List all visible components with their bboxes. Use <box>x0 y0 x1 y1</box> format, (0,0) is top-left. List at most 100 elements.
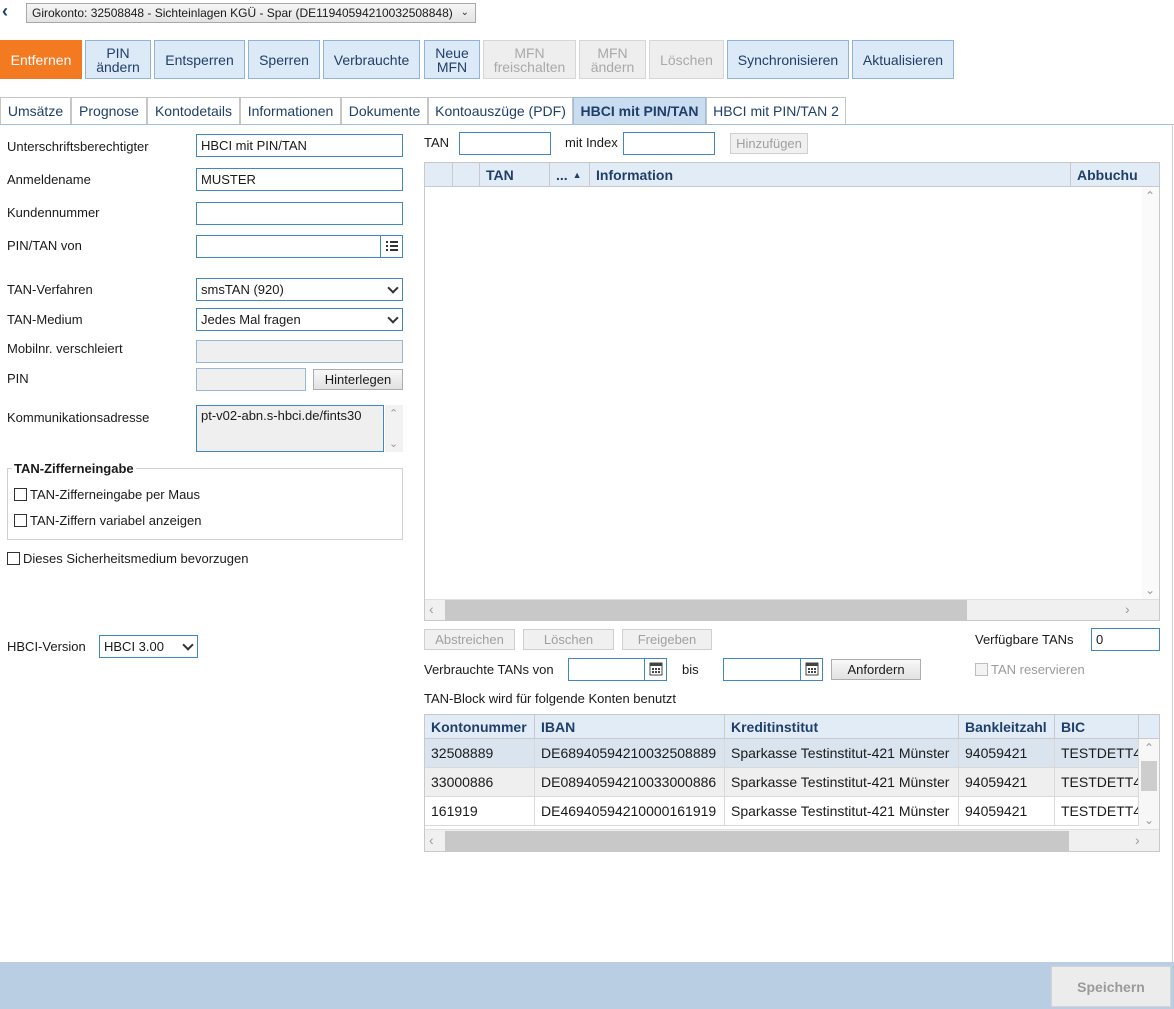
hbci-version-select[interactable]: HBCI 3.00 <box>99 635 198 658</box>
synchronisieren-button[interactable]: Synchronisieren <box>727 40 849 79</box>
account-selector[interactable]: Girokonto: 32508848 - Sichteinlagen KGÜ … <box>26 3 476 23</box>
tab-kontodetails[interactable]: Kontodetails <box>147 97 240 124</box>
mit-index-label: mit Index <box>565 135 618 150</box>
back-icon[interactable]: ‹ <box>2 2 18 22</box>
pintan-von-field[interactable] <box>196 235 403 258</box>
scroll-down-icon[interactable]: ⌄ <box>1144 813 1154 827</box>
konten-cell-blz: 94059421 <box>959 739 1055 767</box>
kommunikation-scrollbar[interactable]: ⌃ ⌄ <box>385 405 403 452</box>
tan-grid: TAN ... ▲ Information Abbuchu ⌃ ⌄ ‹ › <box>424 162 1160 621</box>
tab-dokumente[interactable]: Dokumente <box>341 97 428 124</box>
scroll-down-icon[interactable]: ⌄ <box>1145 583 1155 597</box>
konten-vscroll[interactable]: ⌃ ⌄ <box>1139 739 1159 829</box>
konten-cell-iban: DE08940594210033000886 <box>535 768 725 796</box>
scroll-up-icon[interactable]: ⌃ <box>1144 741 1154 755</box>
tan-ziffern-group <box>7 468 403 540</box>
scroll-left-icon[interactable]: ‹ <box>429 832 434 848</box>
anmeldename-label: Anmeldename <box>7 172 91 187</box>
tan-grid-col-more[interactable]: ... ▲ <box>550 163 590 187</box>
tan-verfahren-select[interactable]: smsTAN (920) <box>196 278 403 301</box>
tan-ziffern-title: TAN-Zifferneingabe <box>12 461 136 476</box>
mfn-aendern-button[interactable]: MFN ändern <box>579 40 646 79</box>
tab-hbci-pin-tan[interactable]: HBCI mit PIN/TAN <box>573 97 706 124</box>
konten-cell-bic: TESTDETT421 <box>1055 797 1139 825</box>
table-row[interactable]: 161919 DE46940594210000161919 Sparkasse … <box>425 797 1139 826</box>
verbrauchte-button[interactable]: Verbrauchte <box>323 40 420 79</box>
konten-col-bic[interactable]: BIC <box>1055 715 1139 739</box>
table-row[interactable]: 32508889 DE68940594210032508889 Sparkass… <box>425 739 1139 768</box>
speichern-button[interactable]: Speichern <box>1051 966 1171 1007</box>
list-icon[interactable] <box>380 236 402 257</box>
anfordern-button[interactable]: Anfordern <box>831 659 921 680</box>
ziffern-maus-checkbox[interactable] <box>14 488 27 501</box>
tan-medium-select[interactable]: Jedes Mal fragen <box>196 308 403 331</box>
tan-grid-hscroll[interactable]: ‹ › <box>425 599 1159 620</box>
tan-loeschen-button[interactable]: Löschen <box>523 629 614 650</box>
scroll-right-icon[interactable]: › <box>1125 601 1130 617</box>
tab-prognose[interactable]: Prognose <box>71 97 147 124</box>
freigeben-button[interactable]: Freigeben <box>622 629 712 650</box>
verbrauchte-von-date[interactable] <box>568 658 667 681</box>
entfernen-button[interactable]: Entfernen <box>0 40 82 79</box>
tab-umsaetze[interactable]: Umsätze <box>0 97 71 124</box>
table-row[interactable]: 33000886 DE08940594210033000886 Sparkass… <box>425 768 1139 797</box>
scroll-down-icon[interactable]: ⌄ <box>389 437 398 450</box>
chevron-down-icon: ⌄ <box>460 7 469 18</box>
pin-aendern-button[interactable]: PIN ändern <box>85 40 151 79</box>
scroll-up-icon[interactable]: ⌃ <box>389 407 398 420</box>
scroll-left-icon[interactable]: ‹ <box>429 601 434 617</box>
konten-col-blz[interactable]: Bankleitzahl <box>959 715 1055 739</box>
pintan-von-label: PIN/TAN von <box>7 238 82 253</box>
bevorzugen-label: Dieses Sicherheitsmedium bevorzugen <box>23 551 249 566</box>
anmeldename-field[interactable]: MUSTER <box>196 168 403 191</box>
tan-reservieren-checkbox[interactable] <box>975 663 988 676</box>
tan-grid-col-icon[interactable] <box>453 163 480 187</box>
sperren-button[interactable]: Sperren <box>248 40 320 79</box>
tan-grid-hscroll-thumb[interactable] <box>445 600 967 620</box>
hinterlegen-button[interactable]: Hinterlegen <box>313 369 403 390</box>
abstreichen-button[interactable]: Abstreichen <box>424 629 515 650</box>
pin-label: PIN <box>7 371 29 386</box>
kommunikation-label: Kommunikationsadresse <box>7 410 150 425</box>
konten-hscroll-thumb[interactable] <box>445 831 1069 851</box>
neue-mfn-button[interactable]: Neue MFN <box>424 40 480 79</box>
scroll-right-icon[interactable]: › <box>1135 832 1140 848</box>
tan-grid-col-select[interactable] <box>425 163 453 187</box>
tan-grid-col-information[interactable]: Information <box>590 163 1071 187</box>
kommunikation-field[interactable]: pt-v02-abn.s-hbci.de/fints30 <box>196 405 384 452</box>
tab-hbci-pin-tan-2[interactable]: HBCI mit PIN/TAN 2 <box>706 97 846 124</box>
konten-col-kreditinstitut[interactable]: Kreditinstitut <box>725 715 959 739</box>
tan-grid-vscroll[interactable]: ⌃ ⌄ <box>1142 187 1159 599</box>
mfn-freischalten-button[interactable]: MFN freischalten <box>483 40 576 79</box>
ziffern-maus-label: TAN-Zifferneingabe per Maus <box>30 487 201 502</box>
loeschen-button[interactable]: Löschen <box>649 40 724 79</box>
hinzufuegen-button[interactable]: Hinzufügen <box>730 133 808 154</box>
scroll-up-icon[interactable]: ⌃ <box>1145 189 1155 203</box>
mobil-label: Mobilnr. verschleiert <box>7 341 123 356</box>
tan-grid-col-tan[interactable]: TAN <box>480 163 550 187</box>
sort-asc-icon: ▲ <box>572 170 582 180</box>
tab-informationen[interactable]: Informationen <box>240 97 341 124</box>
calendar-icon[interactable] <box>644 659 666 680</box>
mobil-field <box>196 340 403 363</box>
calendar-icon[interactable] <box>800 659 822 680</box>
tan-reservieren-label: TAN reservieren <box>991 662 1085 677</box>
ziffern-variabel-checkbox[interactable] <box>14 514 27 527</box>
konten-hscroll[interactable]: ‹ › <box>425 829 1159 851</box>
tan-input[interactable] <box>459 132 551 155</box>
chevron-down-icon <box>182 639 194 651</box>
mit-index-input[interactable] <box>623 132 715 155</box>
pin-field[interactable] <box>196 368 306 391</box>
bis-label: bis <box>682 662 699 677</box>
unterschrift-field[interactable]: HBCI mit PIN/TAN <box>196 134 403 157</box>
tan-grid-col-abbuchung[interactable]: Abbuchu <box>1071 163 1159 187</box>
konten-col-kontonummer[interactable]: Kontonummer <box>425 715 535 739</box>
kundennummer-field[interactable] <box>196 202 403 225</box>
bevorzugen-checkbox[interactable] <box>7 552 20 565</box>
konten-col-iban[interactable]: IBAN <box>535 715 725 739</box>
aktualisieren-button[interactable]: Aktualisieren <box>852 40 954 79</box>
konten-vscroll-thumb[interactable] <box>1141 761 1157 791</box>
verbrauchte-bis-date[interactable] <box>723 658 823 681</box>
entsperren-button[interactable]: Entsperren <box>154 40 245 79</box>
tab-kontoauszuege[interactable]: Kontoauszüge (PDF) <box>428 97 573 124</box>
